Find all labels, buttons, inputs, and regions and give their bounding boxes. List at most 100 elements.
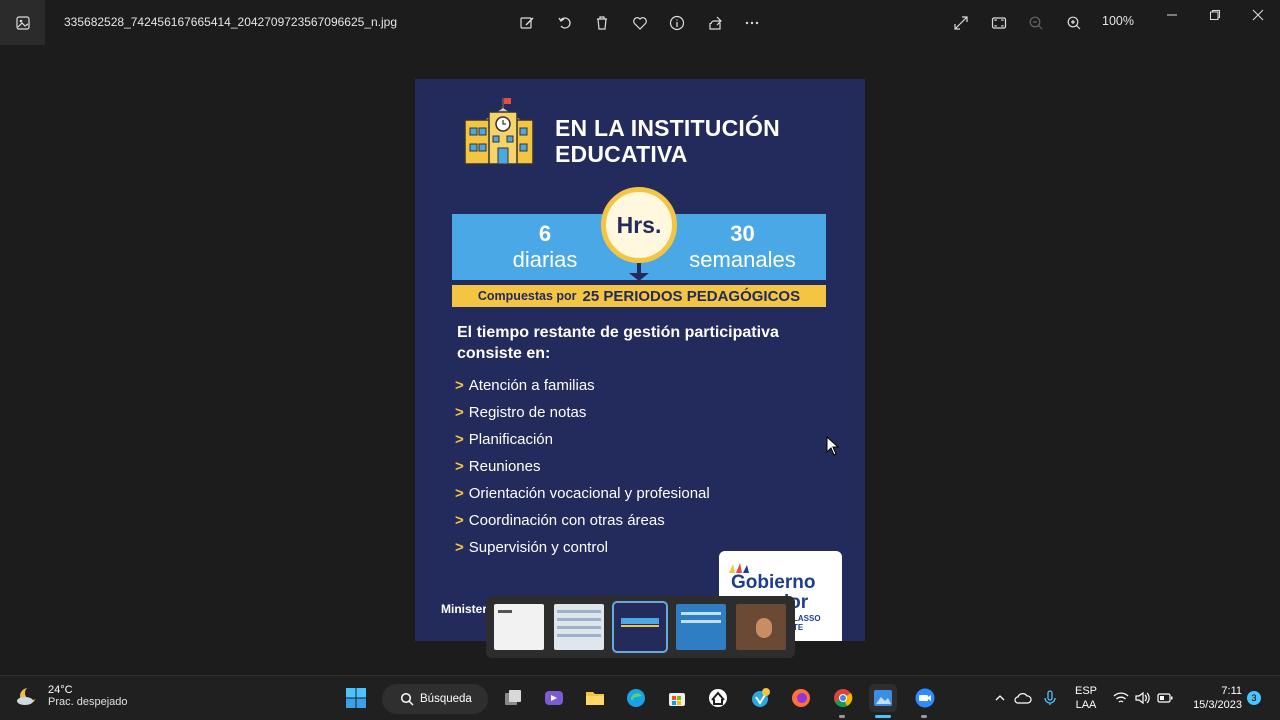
fullscreen-icon[interactable] <box>949 11 973 35</box>
chevron-right-icon: > <box>455 485 464 502</box>
list-item-label: Reuniones <box>468 458 541 475</box>
fit-to-window-icon[interactable] <box>987 11 1011 35</box>
government-logo-line1: Gobierno <box>731 572 816 593</box>
list-item-label: Supervisión y control <box>468 539 608 556</box>
activity-list: > Atención a familias > Registro de notas … <box>455 372 710 561</box>
list-item: > Registro de notas <box>455 399 710 426</box>
search-icon <box>400 692 414 706</box>
restore-button[interactable] <box>1195 3 1235 27</box>
minimize-icon <box>1167 14 1177 16</box>
weather-temperature: 24°C <box>48 684 73 696</box>
poster-title-line2: EDUCATIVA <box>555 141 688 167</box>
clock-widget[interactable]: 7:11 15/3/2023 <box>1186 685 1242 711</box>
file-explorer-icon[interactable] <box>581 684 609 712</box>
thumbnail-4[interactable] <box>676 604 726 650</box>
image-canvas[interactable]: EN LA INSTITUCIÓN EDUCATIVA 6 diarias 30… <box>415 79 865 641</box>
language-code: ESP <box>1074 685 1097 697</box>
app-icon-house[interactable] <box>704 684 732 712</box>
delete-icon[interactable] <box>590 11 614 35</box>
weather-widget[interactable]: 24°C Prac. despejado <box>16 684 128 708</box>
show-hidden-icons-chevron-up-icon[interactable] <box>988 684 1012 712</box>
school-building-icon <box>463 96 535 171</box>
wifi-icon[interactable] <box>1110 684 1132 712</box>
weekly-hours-label: semanales <box>689 247 796 272</box>
list-item: > Orientación vocacional y profesional <box>455 480 710 507</box>
edit-image-icon[interactable] <box>515 11 539 35</box>
clock-time: 7:11 <box>1221 685 1242 697</box>
list-item-label: Orientación vocacional y profesional <box>468 485 710 502</box>
close-button[interactable] <box>1238 3 1278 27</box>
firefox-icon[interactable] <box>787 684 815 712</box>
language-indicator[interactable]: ESP LAA <box>1072 685 1100 711</box>
weather-moon-icon <box>17 686 39 705</box>
daily-hours-label: diarias <box>512 247 578 272</box>
chevron-right-icon: > <box>455 512 464 529</box>
running-indicator <box>839 715 845 718</box>
favorite-icon[interactable] <box>628 11 652 35</box>
volume-icon[interactable] <box>1131 684 1153 712</box>
thumbnail-3-selected[interactable] <box>612 601 668 653</box>
restore-icon <box>1210 10 1220 20</box>
chevron-right-icon: > <box>455 458 464 475</box>
clock-icon: Hrs. <box>601 187 677 263</box>
task-view-icon[interactable] <box>499 684 527 712</box>
onedrive-cloud-icon[interactable] <box>1011 684 1035 712</box>
info-icon[interactable] <box>665 11 689 35</box>
more-icon[interactable] <box>740 11 764 35</box>
government-logo-subtitle-line2: TE <box>793 623 804 632</box>
phone-link-icon[interactable] <box>746 684 774 712</box>
chevron-right-icon: > <box>455 539 464 556</box>
thumbnail-1[interactable] <box>494 604 544 650</box>
close-icon <box>1252 9 1264 21</box>
title-bar: 335682528_742456167665414_20427097235670… <box>0 0 1280 45</box>
chevron-right-icon: > <box>455 404 464 421</box>
list-item: > Supervisión y control <box>455 534 710 561</box>
list-item: > Atención a familias <box>455 372 710 399</box>
weekly-hours-number: 30 <box>730 221 755 246</box>
file-name: 335682528_742456167665414_20427097235670… <box>64 15 398 29</box>
ministry-label: Minister <box>441 602 488 616</box>
active-indicator <box>875 715 891 718</box>
list-item: > Reuniones <box>455 453 710 480</box>
zoom-level[interactable]: 100% <box>1102 14 1134 28</box>
list-item-label: Atención a familias <box>468 377 595 394</box>
government-logo-subtitle: LASSO TE <box>793 614 821 632</box>
start-button[interactable] <box>342 684 370 712</box>
zoom-app-icon[interactable] <box>911 684 939 712</box>
poster-subtitle: El tiempo restante de gestión participat… <box>457 324 779 362</box>
keyboard-layout: LAA <box>1075 699 1097 711</box>
minimize-button[interactable] <box>1152 3 1192 27</box>
notification-badge[interactable]: 3 <box>1247 691 1261 705</box>
microsoft-store-icon[interactable] <box>663 684 691 712</box>
windows-logo-icon <box>346 688 366 708</box>
share-icon[interactable] <box>703 11 727 35</box>
chrome-icon[interactable] <box>829 684 857 712</box>
government-logo-subtitle-line1: LASSO <box>793 614 821 623</box>
list-item-label: Coordinación con otras áreas <box>468 512 665 529</box>
list-item: > Coordinación con otras áreas <box>455 507 710 534</box>
arrow-head-icon <box>629 273 649 281</box>
photos-app-icon[interactable] <box>0 0 45 45</box>
microphone-icon[interactable] <box>1038 684 1062 712</box>
photos-taskbar-icon[interactable] <box>869 684 897 712</box>
thumbnail-2[interactable] <box>554 604 604 650</box>
mouse-cursor-icon <box>826 436 840 456</box>
edge-browser-icon[interactable] <box>622 684 650 712</box>
filmstrip <box>486 596 795 658</box>
weekly-hours: 30 semanales <box>670 221 815 273</box>
periods-prefix: Compuestas por <box>477 289 577 303</box>
thumbnail-5[interactable] <box>736 604 786 650</box>
taskbar-search[interactable]: Búsqueda <box>382 684 488 714</box>
periods-main: 25 PERIODOS PEDAGÓGICOS <box>582 287 801 305</box>
teams-chat-icon[interactable] <box>540 684 568 712</box>
periods-band: Compuestas por 25 PERIODOS PEDAGÓGICOS <box>452 285 826 307</box>
running-indicator <box>921 715 927 718</box>
zoom-in-icon[interactable] <box>1062 11 1086 35</box>
chevron-right-icon: > <box>455 377 464 394</box>
poster-title-line1: EN LA INSTITUCIÓN <box>555 115 780 141</box>
rotate-icon[interactable] <box>553 11 577 35</box>
zoom-out-icon[interactable] <box>1024 11 1048 35</box>
weather-description: Prac. despejado <box>48 696 128 708</box>
list-item-label: Registro de notas <box>468 404 587 421</box>
battery-icon[interactable] <box>1154 684 1176 712</box>
